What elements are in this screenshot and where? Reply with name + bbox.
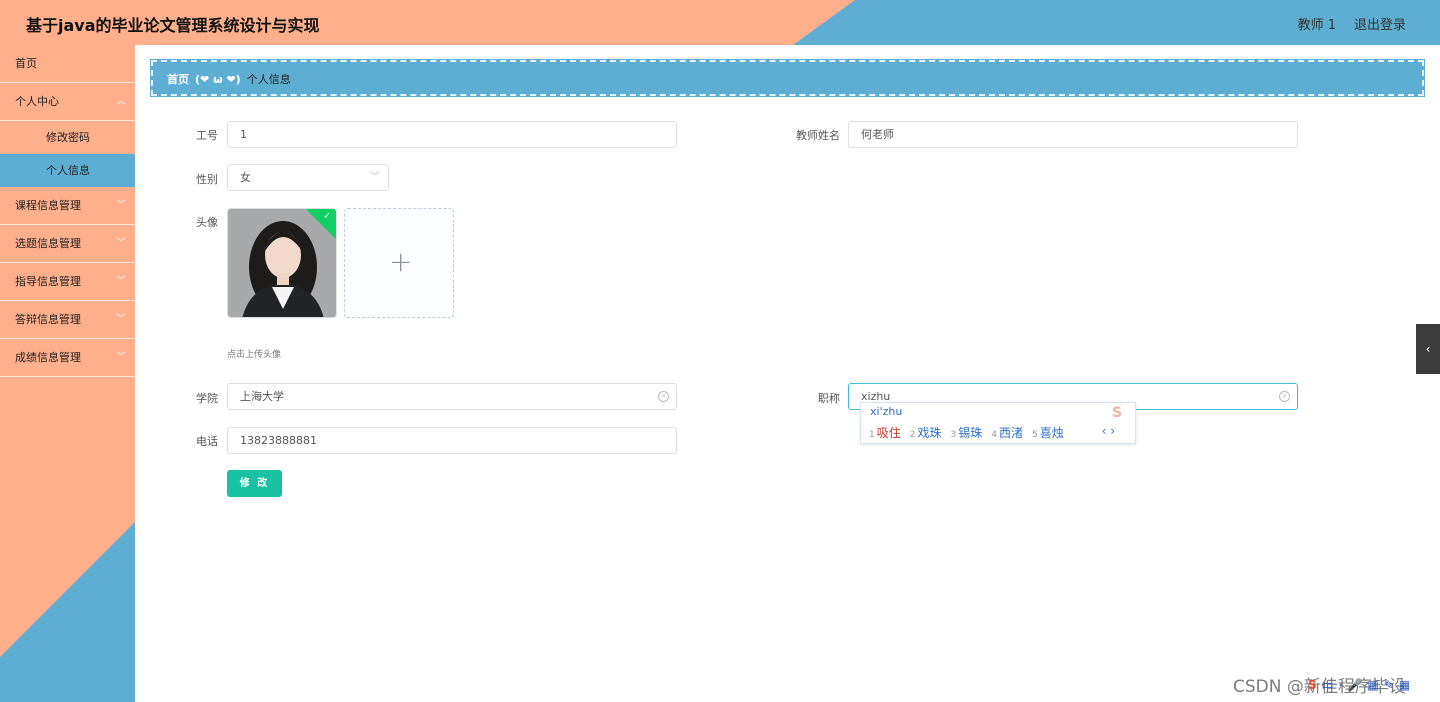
ime-toolbar-punct[interactable]: ·	[1339, 678, 1343, 695]
sidebar-item-label: 个人中心	[15, 95, 59, 108]
ime-candidate-popup: xi'zhu S 1 吸住 2 戏珠 3 锡珠 4 西渚 5 喜烛 ‹ ›	[860, 402, 1136, 444]
avatar-image[interactable]: ✓	[227, 208, 337, 318]
sidebar-item-home[interactable]: 首页	[0, 45, 135, 83]
ime-candidates: 1 吸住 2 戏珠 3 锡珠 4 西渚 5 喜烛	[869, 424, 1064, 441]
breadcrumb-home[interactable]: 首页	[167, 71, 189, 87]
sidebar-item-grades[interactable]: 成绩信息管理 ﹀	[0, 339, 135, 377]
ime-candidate[interactable]: 5 喜烛	[1032, 424, 1064, 441]
sidebar-item-course[interactable]: 课程信息管理 ﹀	[0, 187, 135, 225]
avatar-photo	[228, 209, 336, 317]
breadcrumb: 首页 (❤ ω ❤) 个人信息	[150, 59, 1425, 97]
ime-toolbar: S 中 · 🎤 ▦ ✎ ▦	[1308, 678, 1410, 695]
sidebar: 首页 个人中心 ︿ 修改密码 个人信息 课程信息管理 ﹀ 选题信息管理 ﹀ 指导…	[0, 45, 135, 702]
gender-label: 性别	[196, 173, 218, 186]
sidebar-subitem-personal-info[interactable]: 个人信息	[0, 154, 135, 187]
sidebar-item-label: 课程信息管理	[15, 199, 81, 212]
college-label: 学院	[196, 392, 218, 405]
phone-field[interactable]: 13823888881	[227, 427, 677, 454]
ime-page-nav[interactable]: ‹ ›	[1102, 424, 1115, 438]
sidebar-item-label: 选题信息管理	[15, 237, 81, 250]
phone-label: 电话	[196, 435, 218, 448]
sidebar-decoration	[0, 522, 135, 702]
avatar-upload-button[interactable]: +	[344, 208, 454, 318]
sidebar-item-label: 首页	[15, 57, 37, 70]
chevron-up-icon: ︿	[116, 96, 126, 107]
chevron-down-icon: ﹀	[116, 200, 126, 211]
chevron-down-icon: ﹀	[116, 352, 126, 363]
ime-toolbar-logo[interactable]: S	[1308, 678, 1317, 695]
chevron-down-icon: ﹀	[116, 238, 126, 249]
header-user-area: 教师 1 退出登录	[1298, 14, 1406, 33]
job-number-label: 工号	[196, 129, 218, 142]
college-field[interactable]: 上海大学 ×	[227, 383, 677, 410]
top-header: 基于java的毕业论文管理系统设计与实现 教师 1 退出登录	[0, 0, 1440, 45]
skin-icon[interactable]: ✎	[1384, 678, 1394, 695]
menu-grid-icon[interactable]: ▦	[1399, 678, 1410, 695]
breadcrumb-current: 个人信息	[246, 73, 291, 86]
breadcrumb-separator: (❤ ω ❤)	[195, 72, 241, 86]
college-value: 上海大学	[240, 390, 284, 403]
ime-logo: S	[1112, 405, 1123, 421]
ime-candidate[interactable]: 2 戏珠	[910, 424, 942, 441]
logout-link[interactable]: 退出登录	[1354, 14, 1406, 33]
sidebar-item-guidance[interactable]: 指导信息管理 ﹀	[0, 263, 135, 301]
chevron-down-icon: ﹀	[116, 314, 126, 325]
upload-hint: 点击上传头像	[227, 350, 282, 360]
ime-composition: xi'zhu	[870, 405, 903, 418]
chevron-down-icon: ﹀	[116, 276, 126, 287]
ime-candidate[interactable]: 4 西渚	[991, 424, 1023, 441]
teacher-name-label: 教师姓名	[796, 129, 840, 142]
clear-icon[interactable]: ×	[1279, 391, 1290, 402]
sidebar-item-label: 成绩信息管理	[15, 351, 81, 364]
sidebar-item-topic[interactable]: 选题信息管理 ﹀	[0, 225, 135, 263]
plus-icon: +	[389, 245, 413, 278]
clear-icon[interactable]: ×	[658, 391, 669, 402]
sidebar-item-personal-center[interactable]: 个人中心 ︿	[0, 83, 135, 121]
teacher-name-field[interactable]: 何老师	[848, 121, 1298, 148]
sidebar-item-label: 指导信息管理	[15, 275, 81, 288]
app-title: 基于java的毕业论文管理系统设计与实现	[26, 16, 320, 35]
current-user[interactable]: 教师 1	[1298, 14, 1336, 33]
gender-select-value: 女	[240, 171, 251, 184]
avatar-label: 头像	[196, 216, 218, 229]
submit-button[interactable]: 修 改	[227, 470, 282, 497]
job-number-field[interactable]: 1	[227, 121, 677, 148]
chevron-left-icon: ‹	[1425, 342, 1431, 356]
title-label: 职称	[818, 392, 840, 405]
keyboard-icon[interactable]: ▦	[1367, 678, 1378, 695]
ime-candidate[interactable]: 1 吸住	[869, 424, 901, 441]
chevron-down-icon: ﹀	[370, 172, 380, 183]
sidebar-item-defense[interactable]: 答辩信息管理 ﹀	[0, 301, 135, 339]
ime-toolbar-lang[interactable]: 中	[1322, 678, 1334, 695]
sidebar-item-label: 答辩信息管理	[15, 313, 81, 326]
ime-candidate[interactable]: 3 锡珠	[951, 424, 983, 441]
sidebar-subitem-change-password[interactable]: 修改密码	[0, 121, 135, 154]
check-icon: ✓	[323, 211, 331, 222]
gender-select[interactable]: 女 ﹀	[227, 164, 389, 191]
collapse-handle[interactable]: ‹	[1416, 324, 1440, 374]
microphone-icon[interactable]: 🎤	[1348, 678, 1363, 695]
